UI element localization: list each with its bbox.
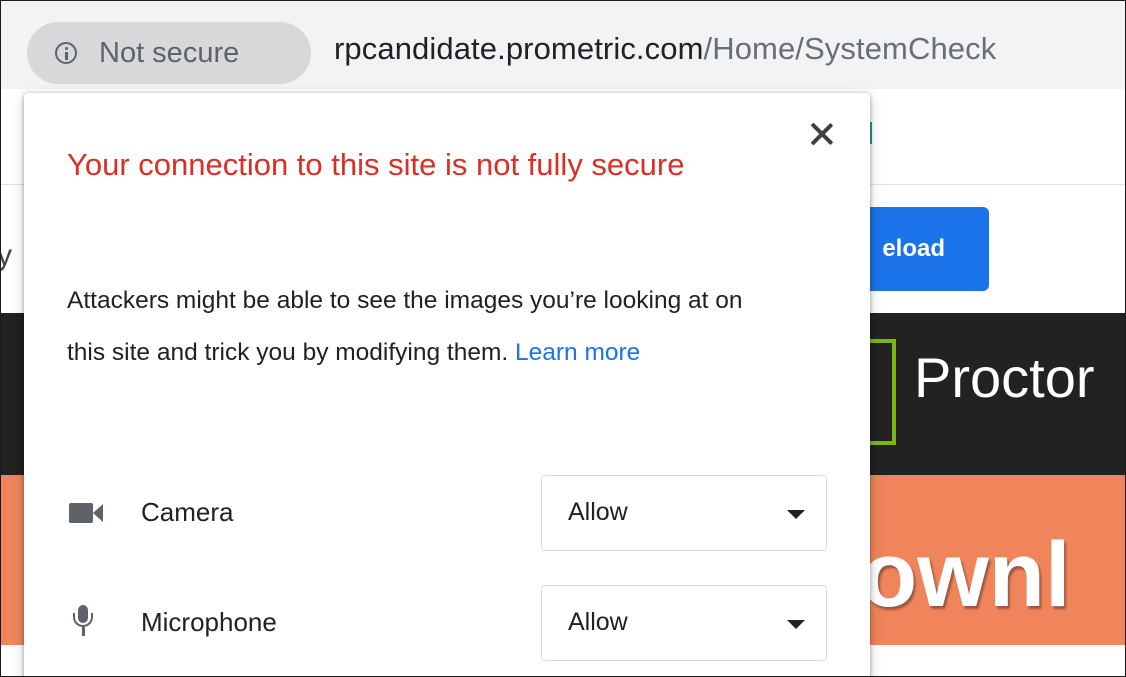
brand-name: Proctor xyxy=(914,346,1095,409)
camera-icon xyxy=(69,503,103,523)
info-icon xyxy=(55,42,77,64)
permission-label-microphone: Microphone xyxy=(141,607,277,637)
download-headline: ownl xyxy=(861,524,1071,626)
close-icon[interactable] xyxy=(805,117,839,151)
microphone-permission-select[interactable]: Allow xyxy=(541,585,827,661)
address-bar: Not secure rpcandidate.prometric.com/Hom… xyxy=(1,1,1125,89)
microphone-permission-value: Allow xyxy=(568,608,628,636)
url-path: /Home/SystemCheck xyxy=(703,31,997,66)
page-text-fragment: I xyxy=(1,132,3,166)
popup-body-text: Attackers might be able to see the image… xyxy=(67,287,743,366)
url-text[interactable]: rpcandidate.prometric.com/Home/SystemChe… xyxy=(334,31,996,67)
dropdown-arrow-icon xyxy=(787,620,805,629)
permission-row-microphone: Microphone Allow xyxy=(24,585,870,663)
url-host: rpcandidate.prometric.com xyxy=(334,31,704,66)
camera-permission-value: Allow xyxy=(568,498,628,526)
page-text-fragment: y xyxy=(1,239,12,273)
microphone-icon xyxy=(73,605,93,641)
permission-row-camera: Camera Allow xyxy=(24,475,870,553)
site-security-chip[interactable]: Not secure xyxy=(27,22,311,84)
popup-message: Attackers might be able to see the image… xyxy=(67,275,787,379)
site-info-popup: Your connection to this site is not full… xyxy=(24,93,870,676)
dropdown-arrow-icon xyxy=(787,510,805,519)
permission-label-camera: Camera xyxy=(141,497,234,527)
browser-window: Not secure rpcandidate.prometric.com/Hom… xyxy=(0,0,1126,677)
security-status-label: Not secure xyxy=(99,36,240,69)
learn-more-link[interactable]: Learn more xyxy=(515,339,640,366)
reload-button-label: eload xyxy=(882,235,945,262)
popup-title: Your connection to this site is not full… xyxy=(67,147,685,182)
camera-permission-select[interactable]: Allow xyxy=(541,475,827,551)
